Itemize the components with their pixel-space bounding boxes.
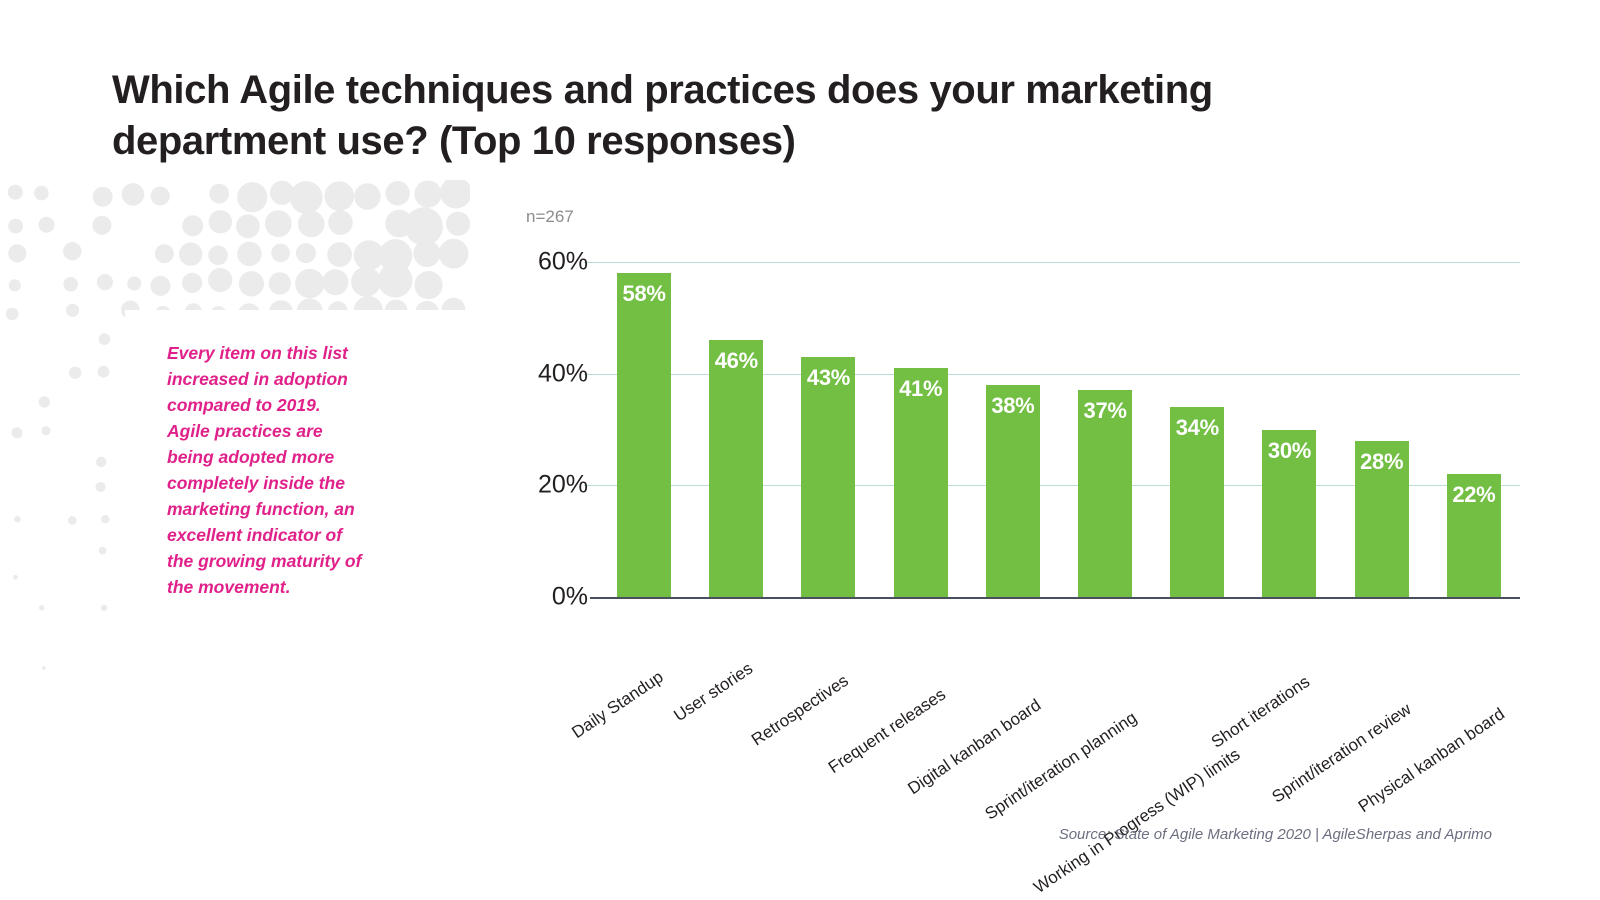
x-axis-line [590,597,1520,599]
bar-value-label: 22% [1452,482,1496,508]
x-axis-category-label: Retrospectives [748,670,853,750]
bar-group: 38% Digital kanban board [904,262,1059,798]
bar[interactable]: 41% [893,368,948,597]
bar[interactable]: 28% [1354,440,1409,597]
bar[interactable]: 34% [1170,407,1225,597]
y-axis-tick-label: 20% [537,470,588,499]
x-axis-category-label: User stories [670,658,757,726]
y-axis-tick-label: 40% [537,359,588,388]
bar-series: 58% Daily Standup 46% User stories 43% Retros… [568,262,1520,897]
plot-area: 0% 20% 40% 60% 58% Daily Standup 46% User stor… [538,248,1598,897]
bar-group: 37% Sprint/iteration planning [982,262,1151,824]
bar[interactable]: 46% [709,340,764,597]
bar[interactable]: 38% [985,384,1040,597]
callout-text: Every item on this list increased in ado… [167,342,362,598]
bar[interactable]: 22% [1446,474,1501,597]
bar-value-label: 46% [714,348,758,374]
bar-value-label: 43% [806,364,851,390]
source-note: Source: State of Agile Marketing 2020 | … [1058,826,1492,843]
bar-value-label: 38% [991,392,1035,418]
bar-value-label: 58% [622,281,666,307]
bar[interactable]: 37% [1078,390,1133,597]
bar[interactable]: 43% [801,356,856,597]
page-title: Which Agile techniques and practices doe… [112,67,1213,163]
bar[interactable]: 30% [1262,429,1317,597]
bar-group: 22% Physical kanban board [1355,262,1520,816]
bar-value-label: 37% [1083,398,1127,424]
bar[interactable]: 58% [617,273,672,597]
bar-value-label: 28% [1360,448,1404,474]
bar-value-label: 34% [1175,415,1219,441]
bar-group: 58% Daily Standup [568,262,690,742]
y-axis-tick-label: 0% [551,582,588,611]
bar-group: 43% Retrospectives [748,262,874,750]
bar-group: 34% Working in Progress (WIP) limits [1030,262,1244,897]
bar-group: 28% Sprint/iteration review [1268,262,1428,807]
y-axis-tick-label: 60% [537,247,588,276]
bar-chart: n=267 0% 20% 40% 60% 58% Daily Standup 46% Use… [520,200,1530,897]
bar-value-label: 30% [1267,437,1312,463]
bar-group: 41% Frequent releases [825,262,967,777]
bar-value-label: 41% [899,376,943,402]
bar-group: 30% Short iterations [1208,262,1335,752]
sample-size-label: n=267 [526,207,574,226]
bar-group: 46% User stories [671,262,782,725]
